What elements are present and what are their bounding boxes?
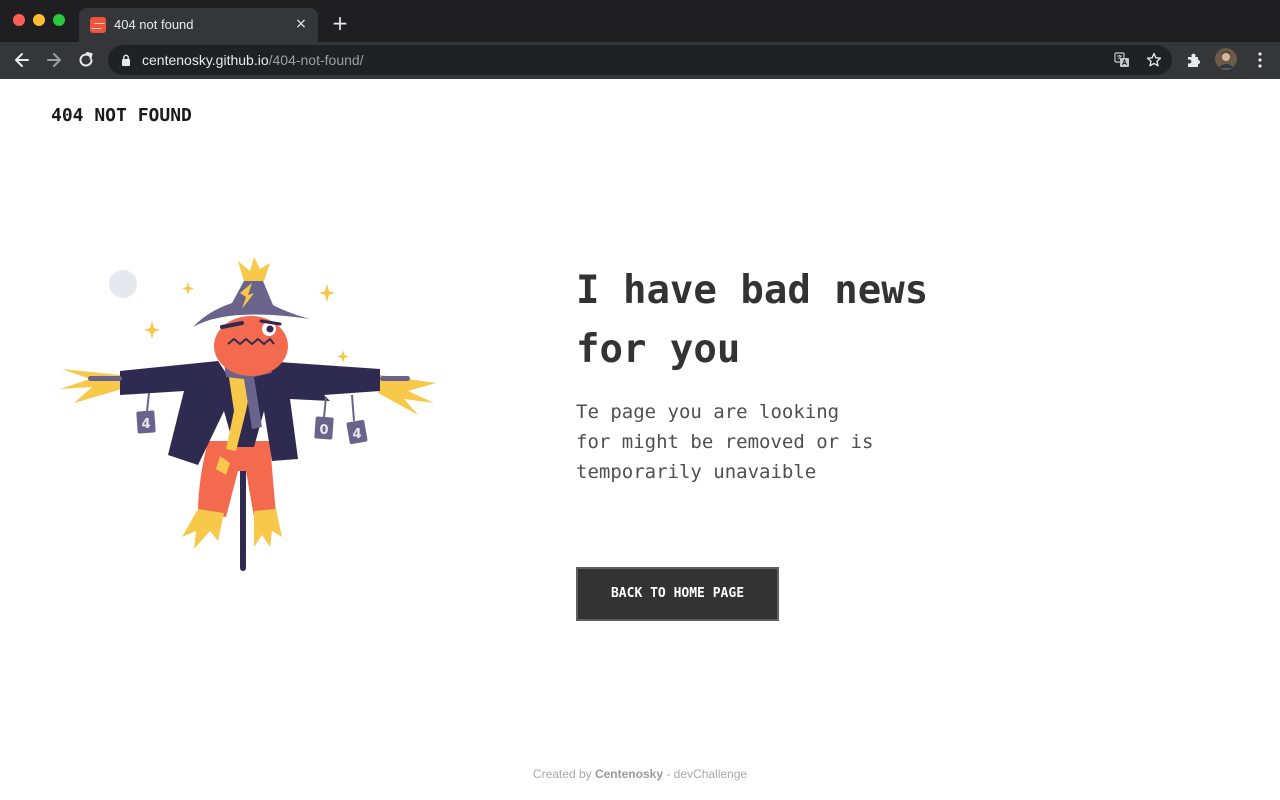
url-host: centenosky.github.io xyxy=(142,52,269,68)
forward-arrow-icon[interactable] xyxy=(44,50,64,70)
page-footer: Created by Centenosky - devChallenge xyxy=(0,767,1280,781)
page-headline: I have bad news for you xyxy=(576,268,929,372)
lock-icon xyxy=(122,54,130,66)
can-label: 4 xyxy=(352,427,361,442)
extensions-puzzle-icon[interactable] xyxy=(1184,50,1204,70)
reload-icon[interactable] xyxy=(76,50,96,70)
url-path: /404-not-found/ xyxy=(268,52,364,68)
scarecrow-illustration: 4 0 4 xyxy=(60,257,436,571)
url-text: centenosky.github.io/404-not-found/ xyxy=(142,52,364,68)
translate-icon[interactable] xyxy=(1114,52,1130,68)
minimize-window-button[interactable] xyxy=(33,14,45,26)
close-window-button[interactable] xyxy=(13,14,25,26)
footer-author-link[interactable]: Centenosky xyxy=(595,767,663,781)
more-options-icon[interactable] xyxy=(1250,50,1270,70)
new-tab-button[interactable]: + xyxy=(330,13,350,33)
tab-title: 404 not found xyxy=(114,17,194,32)
browser-tab[interactable]: 404 not found × xyxy=(79,8,318,42)
address-bar[interactable]: centenosky.github.io/404-not-found/ xyxy=(108,45,1172,75)
bookmark-star-icon[interactable] xyxy=(1146,52,1162,68)
back-arrow-icon[interactable] xyxy=(12,50,32,70)
can-label: 4 xyxy=(141,417,150,432)
footer-suffix: - devChallenge xyxy=(666,767,748,781)
browser-chrome: 404 not found × + centenosky.github.io/4… xyxy=(0,0,1280,79)
tab-strip: 404 not found × + xyxy=(0,0,1280,42)
maximize-window-button[interactable] xyxy=(53,14,65,26)
moon-icon xyxy=(109,270,137,298)
can-label: 0 xyxy=(319,423,328,438)
browser-toolbar: centenosky.github.io/404-not-found/ xyxy=(0,42,1280,79)
page-description: Te page you are looking for might be rem… xyxy=(576,401,874,483)
tab-close-icon[interactable]: × xyxy=(293,16,309,32)
site-logo-text[interactable]: 404 NOT FOUND xyxy=(51,105,192,126)
page-content: 404 NOT FOUND 4 0 4 I have bad news for … xyxy=(0,79,1280,800)
back-to-home-button[interactable]: BACK TO HOME PAGE xyxy=(576,567,779,621)
footer-prefix: Created by xyxy=(532,767,592,781)
favicon-icon xyxy=(90,17,106,33)
avatar[interactable] xyxy=(1215,48,1237,70)
